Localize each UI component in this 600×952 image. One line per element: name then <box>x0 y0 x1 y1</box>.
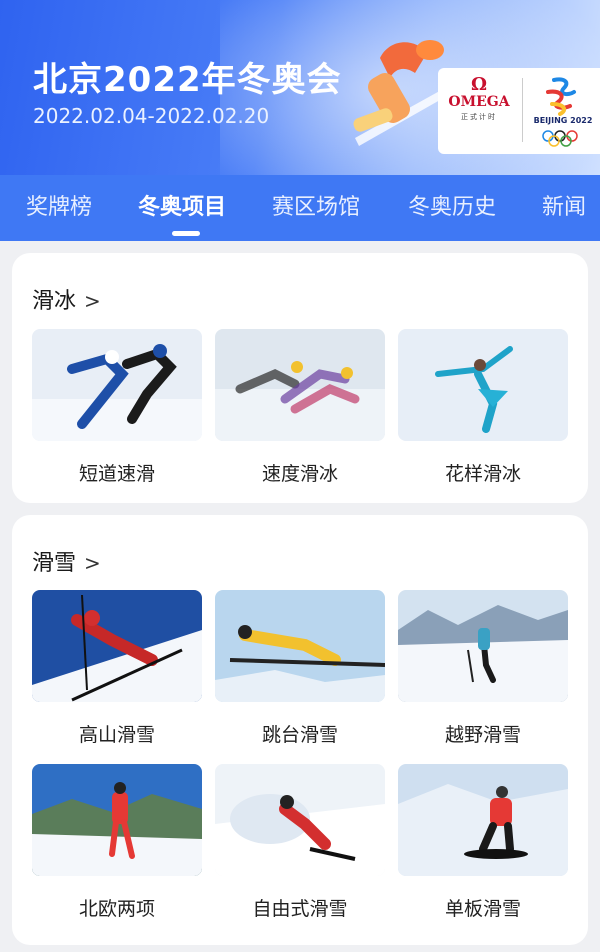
event-tile-alpine[interactable]: 高山滑雪 <box>32 590 202 747</box>
ski-jumping-image <box>215 590 385 702</box>
figure-skating-image <box>398 329 568 441</box>
event-label: 速度滑冰 <box>261 463 338 485</box>
cross-country-image <box>398 590 568 702</box>
active-tab-indicator <box>172 231 200 236</box>
snowboard-image <box>398 764 568 876</box>
event-tile-ski-jumping[interactable]: 跳台滑雪 <box>215 590 385 747</box>
event-tile-freestyle[interactable]: 自由式滑雪 <box>215 764 385 921</box>
event-tile-snowboard[interactable]: 单板滑雪 <box>398 764 568 921</box>
speed-skating-image <box>215 329 385 441</box>
beijing-2022-text: BEIJING 2022 <box>533 116 593 125</box>
event-label: 短道速滑 <box>78 463 155 485</box>
sponsor-logo-panel: Ω OMEGA 正式计时 BEIJING 2022 <box>438 68 600 154</box>
freestyle-image <box>215 764 385 876</box>
event-tile-cross-country[interactable]: 越野滑雪 <box>398 590 568 747</box>
skiing-section-card: 滑雪 > 高山滑雪 跳台滑雪 越野滑雪 北欧两项 自由式滑雪 单板滑雪 <box>12 515 588 945</box>
alpine-skiing-image <box>32 590 202 702</box>
tab-venues[interactable]: 赛区场馆 <box>272 189 360 221</box>
event-label: 越野滑雪 <box>444 724 521 746</box>
event-label: 自由式滑雪 <box>252 898 348 920</box>
skating-section-card: 滑冰 > 短道速滑 速度滑冰 花样滑冰 <box>12 253 588 503</box>
event-label: 花样滑冰 <box>444 463 521 485</box>
tab-news[interactable]: 新闻 <box>542 189 586 221</box>
omega-logo: Ω OMEGA 正式计时 <box>448 74 510 122</box>
tab-medals[interactable]: 奖牌榜 <box>26 189 92 221</box>
header-banner: 北京2022年冬奥会 2022.02.04-2022.02.20 Ω OMEGA… <box>0 0 600 175</box>
event-tile-nordic-combined[interactable]: 北欧两项 <box>32 764 202 921</box>
event-tile-speed-skating[interactable]: 速度滑冰 <box>215 329 385 486</box>
logo-divider <box>522 78 523 142</box>
section-title-skating[interactable]: 滑冰 > <box>32 283 101 315</box>
chevron-right-icon: > <box>84 289 101 313</box>
event-label: 高山滑雪 <box>78 724 155 746</box>
event-tile-figure-skating[interactable]: 花样滑冰 <box>398 329 568 486</box>
event-label: 北欧两项 <box>78 898 155 920</box>
tab-bar: 奖牌榜 冬奥项目 赛区场馆 冬奥历史 新闻 <box>0 175 600 241</box>
event-label: 跳台滑雪 <box>261 724 338 746</box>
tab-events[interactable]: 冬奥项目 <box>138 189 226 221</box>
page-title: 北京2022年冬奥会 <box>33 60 342 100</box>
short-track-image <box>32 329 202 441</box>
skier-illustration <box>353 40 447 146</box>
event-tile-short-track[interactable]: 短道速滑 <box>32 329 202 486</box>
event-label: 单板滑雪 <box>444 898 521 920</box>
section-title-skiing[interactable]: 滑雪 > <box>32 545 101 577</box>
chevron-right-icon: > <box>84 551 101 575</box>
tab-history[interactable]: 冬奥历史 <box>408 189 496 221</box>
beijing-2022-emblem-icon <box>542 77 578 147</box>
nordic-combined-image <box>32 764 202 876</box>
event-dates: 2022.02.04-2022.02.20 <box>33 104 270 128</box>
